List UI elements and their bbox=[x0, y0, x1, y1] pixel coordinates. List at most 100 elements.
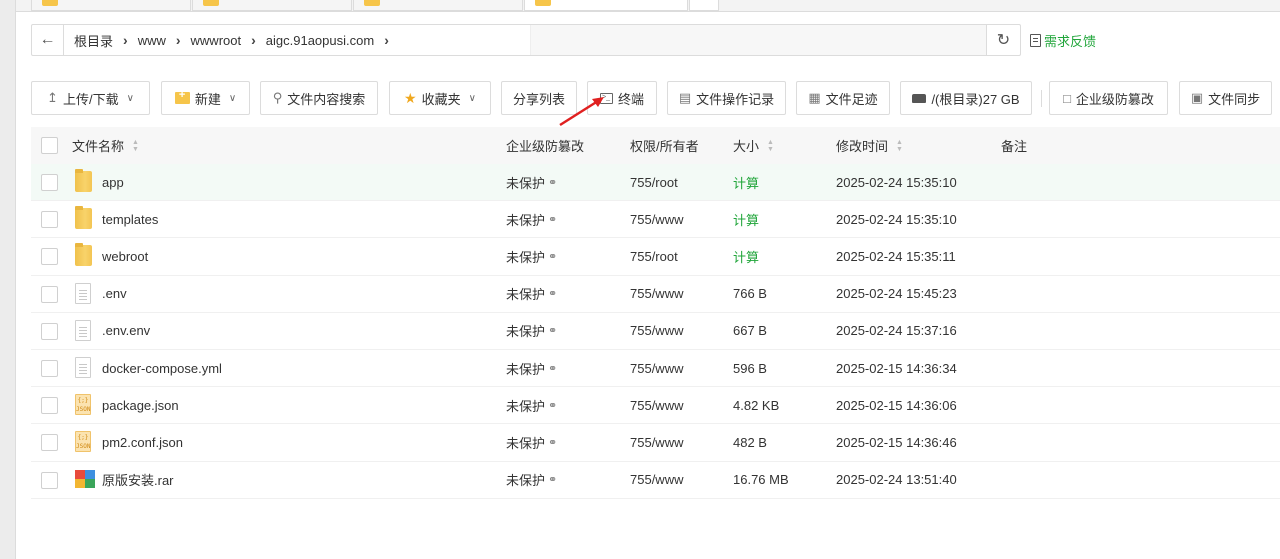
sort-icon: ▲ ▼ bbox=[896, 138, 903, 153]
terminal-icon: >_ bbox=[599, 92, 613, 104]
table-row[interactable]: docker-compose.yml 未保护 ⚭ 755/www 596 B 20… bbox=[31, 350, 1280, 388]
chevron-down-icon: ∨ bbox=[228, 92, 237, 104]
terminal-button[interactable]: >_ 终端 bbox=[587, 81, 657, 115]
tab-strip bbox=[16, 0, 1280, 12]
calculate-size-link[interactable]: 计算 bbox=[733, 201, 759, 237]
header-perm: 权限/所有者 bbox=[630, 127, 699, 164]
breadcrumb-root[interactable]: 根目录 bbox=[74, 31, 113, 50]
header-name[interactable]: 文件名称 ▲ ▼ bbox=[72, 127, 139, 164]
file-name[interactable]: templates bbox=[102, 201, 158, 237]
operation-log-label: 文件操作记录 bbox=[696, 91, 775, 107]
table-row[interactable]: templates 未保护 ⚭ 755/www 计算 2025-02-24 15:… bbox=[31, 201, 1280, 239]
new-tab-button[interactable] bbox=[689, 0, 719, 11]
header-mtime[interactable]: 修改时间 ▲ ▼ bbox=[836, 127, 903, 164]
file-name[interactable]: 原版安装.rar bbox=[102, 462, 174, 498]
disk-button[interactable]: /(根目录)27 GB bbox=[900, 81, 1032, 115]
favorites-button[interactable]: ★ 收藏夹 ∨ bbox=[389, 81, 491, 115]
new-button[interactable]: 新建 ∨ bbox=[161, 81, 250, 115]
permission[interactable]: 755/www bbox=[630, 387, 683, 423]
file-size: 596 B bbox=[733, 360, 767, 376]
permission[interactable]: 755/www bbox=[630, 276, 683, 312]
table-header: 文件名称 ▲ ▼ 企业级防篡改 权限/所有者 大小 ▲ ▼ 修改时间 ▲ ▼ 备注 bbox=[31, 127, 1280, 164]
calculate-size-link[interactable]: 计算 bbox=[733, 238, 759, 274]
table-row[interactable]: 原版安装.rar 未保护 ⚭ 755/www 16.76 MB 2025-02-2… bbox=[31, 462, 1280, 499]
tamper-protect-button[interactable]: □ 企业级防篡改 bbox=[1049, 81, 1168, 115]
row-checkbox[interactable] bbox=[41, 174, 58, 191]
protect-status[interactable]: 未保护 ⚭ bbox=[506, 350, 557, 386]
header-size[interactable]: 大小 ▲ ▼ bbox=[733, 127, 774, 164]
protect-status[interactable]: 未保护 ⚭ bbox=[506, 424, 557, 460]
breadcrumb-site[interactable]: aigc.91aopusi.com bbox=[266, 33, 374, 48]
protect-status[interactable]: 未保护 ⚭ bbox=[506, 462, 557, 498]
table-row[interactable]: .env.env 未保护 ⚭ 755/www 667 B 2025-02-24 1… bbox=[31, 313, 1280, 350]
shield-doc-icon: □ bbox=[1063, 90, 1071, 106]
chevron-down-icon: ∨ bbox=[468, 92, 476, 104]
breadcrumb-wwwroot[interactable]: wwwroot bbox=[191, 33, 242, 48]
file-name[interactable]: docker-compose.yml bbox=[102, 350, 222, 386]
folder-icon bbox=[203, 0, 219, 6]
table-row[interactable]: .env 未保护 ⚭ 755/www 766 B 2025-02-24 15:45… bbox=[31, 276, 1280, 313]
tab-2[interactable] bbox=[192, 0, 352, 11]
upload-download-button[interactable]: ↥ 上传/下载 ∨ bbox=[31, 81, 150, 115]
protect-status[interactable]: 未保护 ⚭ bbox=[506, 201, 557, 237]
protect-status[interactable]: 未保护 ⚭ bbox=[506, 276, 557, 312]
table-row[interactable]: {;} JSON package.json 未保护 ⚭ 755/www 4.82 K… bbox=[31, 387, 1280, 425]
permission[interactable]: 755/www bbox=[630, 313, 683, 349]
row-checkbox[interactable] bbox=[41, 285, 58, 303]
table-row[interactable]: webroot 未保护 ⚭ 755/root 计算 2025-02-24 15:3… bbox=[31, 238, 1280, 276]
row-checkbox[interactable] bbox=[41, 248, 58, 266]
table-row[interactable]: {;} JSON pm2.conf.json 未保护 ⚭ 755/www 482 B… bbox=[31, 424, 1280, 462]
permission[interactable]: 755/root bbox=[630, 164, 678, 200]
file-name[interactable]: package.json bbox=[102, 387, 179, 423]
chevron-right-icon: › bbox=[384, 32, 389, 48]
table-row[interactable]: app 未保护 ⚭ 755/root 计算 2025-02-24 15:35:10 bbox=[31, 164, 1280, 202]
unlock-icon: ⚭ bbox=[548, 288, 558, 301]
file-name[interactable]: webroot bbox=[102, 238, 148, 274]
permission[interactable]: 755/root bbox=[630, 238, 678, 274]
tab-1[interactable] bbox=[31, 0, 191, 11]
refresh-button[interactable]: ↻ bbox=[986, 25, 1020, 55]
file-name[interactable]: pm2.conf.json bbox=[102, 424, 183, 460]
calendar-icon: ▦ bbox=[808, 90, 821, 105]
header-perm-label: 权限/所有者 bbox=[630, 139, 699, 154]
chevron-right-icon: › bbox=[175, 32, 181, 48]
select-all-checkbox[interactable] bbox=[41, 137, 58, 154]
breadcrumb-www[interactable]: www bbox=[138, 33, 166, 48]
file-footprint-label: 文件足迹 bbox=[825, 91, 878, 107]
document-icon bbox=[75, 356, 93, 379]
left-edge-panel bbox=[0, 0, 16, 559]
tab-3[interactable] bbox=[353, 0, 523, 11]
row-checkbox[interactable] bbox=[41, 434, 58, 452]
file-name[interactable]: .env.env bbox=[102, 313, 150, 349]
tab-active[interactable] bbox=[524, 0, 688, 11]
permission[interactable]: 755/www bbox=[630, 424, 683, 460]
permission[interactable]: 755/www bbox=[630, 350, 683, 386]
protect-status[interactable]: 未保护 ⚭ bbox=[506, 313, 557, 349]
folder-icon bbox=[42, 0, 58, 6]
calculate-size-link[interactable]: 计算 bbox=[733, 164, 759, 200]
file-name[interactable]: app bbox=[102, 164, 124, 200]
content-search-button[interactable]: ⚲ 文件内容搜索 bbox=[260, 81, 378, 115]
document-icon bbox=[75, 319, 93, 342]
row-checkbox[interactable] bbox=[41, 322, 58, 340]
permission[interactable]: 755/www bbox=[630, 201, 683, 237]
file-sync-label: 文件同步 bbox=[1208, 91, 1261, 107]
file-name[interactable]: .env bbox=[102, 276, 127, 312]
row-checkbox[interactable] bbox=[41, 471, 58, 489]
protect-status[interactable]: 未保护 ⚭ bbox=[506, 387, 557, 423]
folder-icon bbox=[75, 243, 93, 267]
row-checkbox[interactable] bbox=[41, 211, 58, 229]
share-list-button[interactable]: 分享列表 bbox=[501, 81, 577, 115]
row-checkbox[interactable] bbox=[41, 397, 58, 415]
file-footprint-button[interactable]: ▦ 文件足迹 bbox=[796, 81, 890, 115]
operation-log-button[interactable]: ▤ 文件操作记录 bbox=[667, 81, 786, 115]
permission[interactable]: 755/www bbox=[630, 462, 683, 498]
file-sync-button[interactable]: ▣ 文件同步 bbox=[1179, 81, 1272, 115]
feedback-link[interactable]: 需求反馈 bbox=[1030, 31, 1096, 50]
header-note: 备注 bbox=[1001, 127, 1027, 164]
protect-status[interactable]: 未保护 ⚭ bbox=[506, 164, 557, 200]
back-button[interactable]: ← bbox=[32, 25, 64, 55]
row-checkbox[interactable] bbox=[41, 359, 58, 377]
protect-status[interactable]: 未保护 ⚭ bbox=[506, 238, 557, 274]
path-input-area[interactable] bbox=[529, 25, 986, 55]
